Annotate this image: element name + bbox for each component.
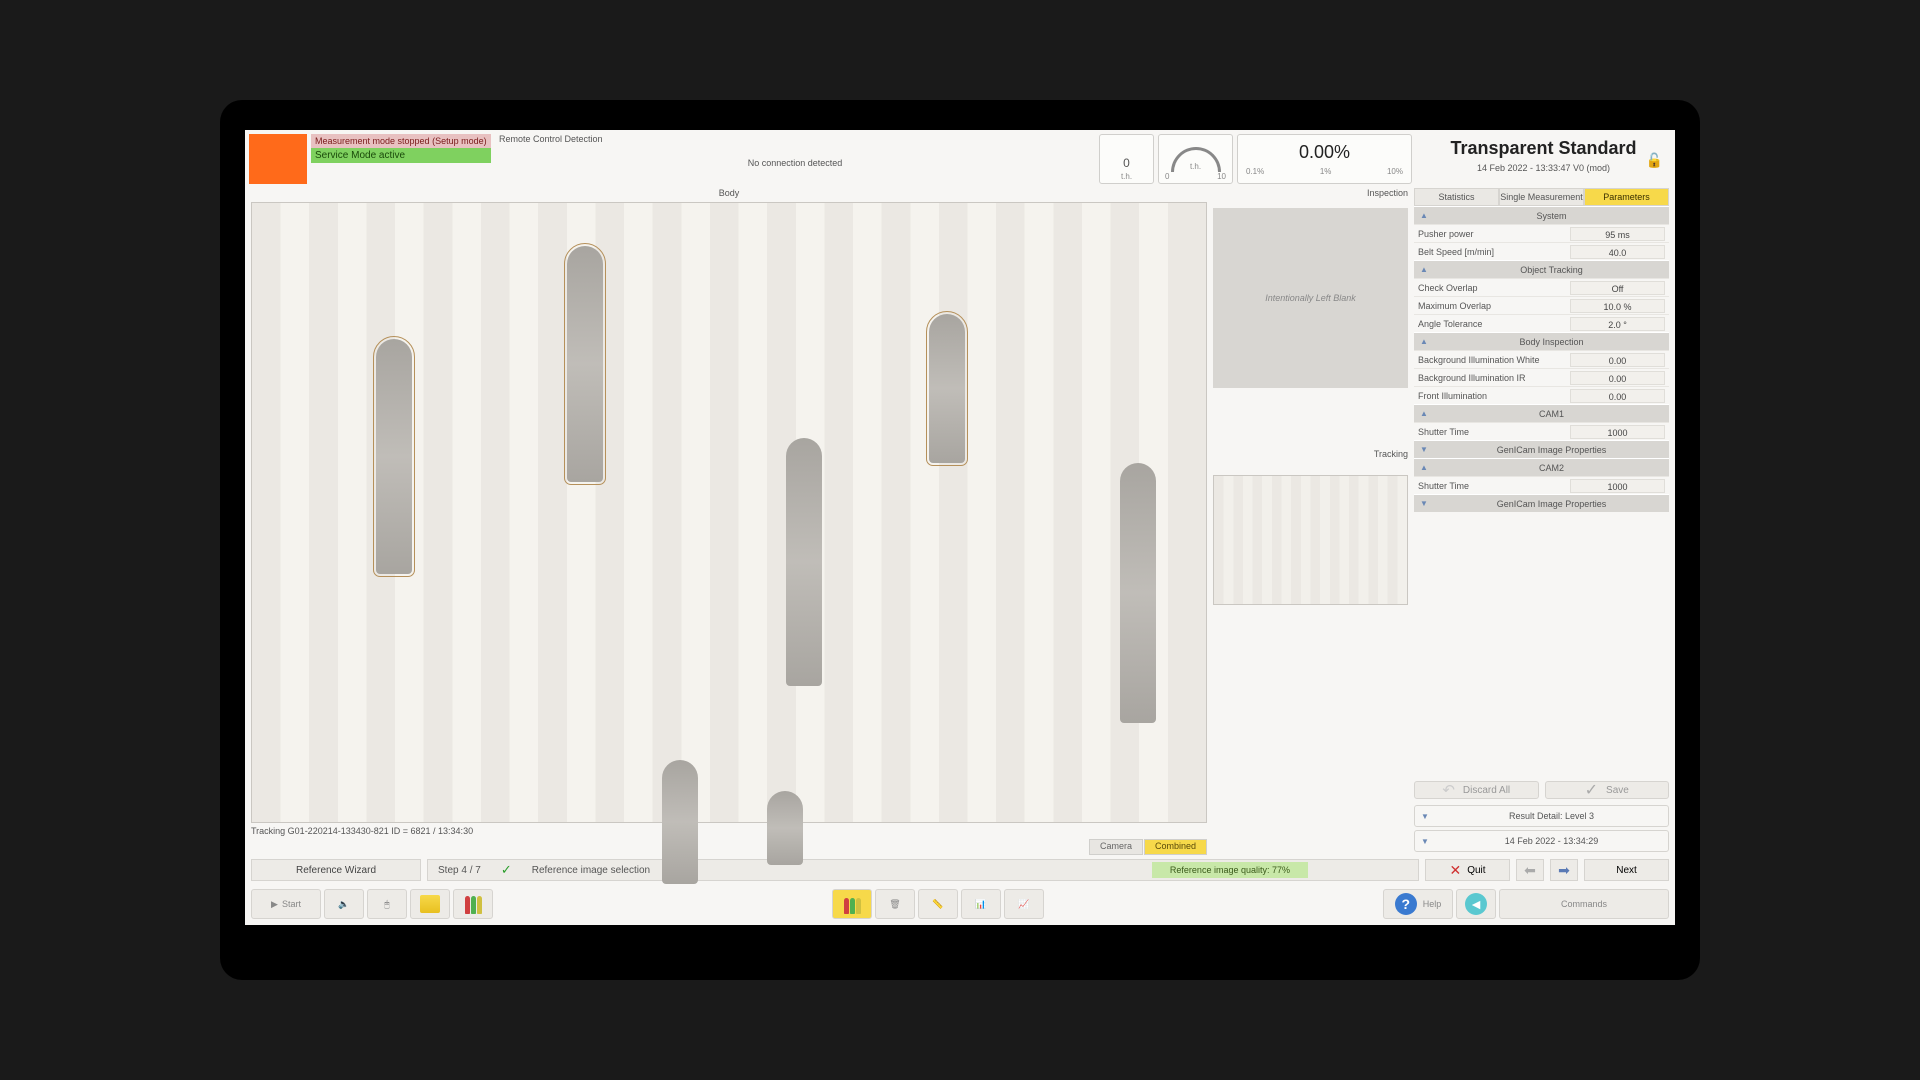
- reference-wizard-label: Reference Wizard: [251, 859, 421, 881]
- chevron-down-icon: ▼: [1414, 445, 1434, 454]
- tab-camera[interactable]: Camera: [1089, 839, 1143, 855]
- status-service-mode: Service Mode active: [311, 148, 491, 163]
- delete-button[interactable]: 🗑: [875, 889, 915, 919]
- reference-quality-badge: Reference image quality: 77%: [1152, 862, 1308, 878]
- section-cam1[interactable]: ▲ CAM1: [1414, 404, 1669, 422]
- tab-parameters[interactable]: Parameters: [1584, 188, 1669, 206]
- section-body-inspection[interactable]: ▲ Body Inspection: [1414, 332, 1669, 350]
- bottles-icon: [462, 894, 484, 914]
- close-icon: ✕: [1449, 862, 1461, 879]
- section-genicam2[interactable]: ▼ GenICam Image Properties: [1414, 494, 1669, 512]
- chevron-down-icon: ▼: [1414, 499, 1434, 508]
- back-button[interactable]: ◄: [1456, 889, 1496, 919]
- check-icon: ✓: [501, 862, 512, 878]
- param-bg-illum-ir[interactable]: 0.00: [1570, 371, 1665, 385]
- mouse-button[interactable]: 🖱: [367, 889, 407, 919]
- param-cam1-shutter[interactable]: 1000: [1570, 425, 1665, 439]
- speed-dial-gauge: 0 10 t.h.: [1158, 134, 1233, 184]
- param-pusher-power[interactable]: 95 ms: [1570, 227, 1665, 241]
- chevron-up-icon: ▲: [1414, 463, 1434, 472]
- param-belt-speed[interactable]: 40.0: [1570, 245, 1665, 259]
- section-cam2[interactable]: ▲ CAM2: [1414, 458, 1669, 476]
- remote-control-value: No connection detected: [499, 158, 1091, 168]
- start-button[interactable]: ▶ Start: [251, 889, 321, 919]
- chevron-up-icon: ▲: [1414, 337, 1434, 346]
- chevron-down-icon: ▼: [1415, 837, 1435, 846]
- param-front-illum[interactable]: 0.00: [1570, 389, 1665, 403]
- section-object-tracking[interactable]: ▲ Object Tracking: [1414, 260, 1669, 278]
- bottles-button[interactable]: [453, 889, 493, 919]
- chevron-down-icon: ▼: [1415, 812, 1435, 821]
- volume-button[interactable]: 🔈: [324, 889, 364, 919]
- param-angle-tolerance[interactable]: 2.0 °: [1570, 317, 1665, 331]
- line-chart-icon: 📈: [1018, 899, 1029, 910]
- chevron-up-icon: ▲: [1414, 211, 1434, 220]
- chevron-up-icon: ▲: [1414, 409, 1434, 418]
- unlock-button[interactable]: [410, 889, 450, 919]
- tab-combined[interactable]: Combined: [1144, 839, 1207, 855]
- wizard-next-button[interactable]: Next: [1584, 859, 1669, 881]
- wizard-next-arrow-button[interactable]: ➡: [1550, 859, 1578, 881]
- param-cam2-shutter[interactable]: 1000: [1570, 479, 1665, 493]
- param-max-overlap[interactable]: 10.0 %: [1570, 299, 1665, 313]
- tracking-label: Tracking: [1213, 449, 1408, 463]
- section-genicam1[interactable]: ▼ GenICam Image Properties: [1414, 440, 1669, 458]
- ruler-icon: 📏: [932, 899, 943, 910]
- inspection-label: Inspection: [1213, 188, 1408, 202]
- check-icon: ✓: [1585, 780, 1598, 800]
- speaker-icon: 🔈: [338, 899, 349, 910]
- tracking-info-text: Tracking G01-220214-133430-821 ID = 6821…: [251, 823, 1207, 839]
- tab-single-measurement[interactable]: Single Measurement: [1499, 188, 1584, 206]
- back-icon: ◄: [1465, 893, 1487, 915]
- status-indicator-square: [249, 134, 307, 184]
- timestamp-selector[interactable]: ▼ 14 Feb 2022 - 13:34:29: [1414, 830, 1669, 852]
- tracking-thumbnail[interactable]: [1213, 475, 1408, 605]
- commands-button[interactable]: Commands: [1499, 889, 1669, 919]
- unlock-icon: [420, 895, 440, 913]
- body-view-label: Body: [251, 188, 1207, 202]
- section-system[interactable]: ▲ System: [1414, 206, 1669, 224]
- status-measurement-stopped: Measurement mode stopped (Setup mode): [311, 134, 491, 148]
- undo-icon: ↶: [1442, 781, 1455, 799]
- measure-button[interactable]: 📏: [918, 889, 958, 919]
- wizard-progress-bar: Step 4 / 7 ✓ Reference image selection R…: [427, 859, 1419, 881]
- recipe-title: Transparent Standard: [1424, 138, 1663, 159]
- throughput-gauge: 0 t.h.: [1099, 134, 1154, 184]
- result-detail-selector[interactable]: ▼ Result Detail: Level 3: [1414, 805, 1669, 827]
- quit-wizard-button[interactable]: ✕ Quit: [1425, 859, 1510, 881]
- reject-rate-box: 0.00% 0.1% 1% 10%: [1237, 134, 1412, 184]
- arrow-right-icon: ➡: [1558, 862, 1570, 879]
- arrow-left-icon: ⬅: [1524, 862, 1536, 879]
- play-icon: ▶: [271, 899, 278, 910]
- chevron-up-icon: ▲: [1414, 265, 1434, 274]
- inspection-preview: Intentionally Left Blank: [1213, 208, 1408, 388]
- trash-icon: 🗑: [889, 899, 900, 910]
- mouse-icon: 🖱: [384, 899, 389, 910]
- param-check-overlap[interactable]: Off: [1570, 281, 1665, 295]
- tab-statistics[interactable]: Statistics: [1414, 188, 1499, 206]
- body-camera-view[interactable]: [251, 202, 1207, 823]
- recipe-timestamp: 14 Feb 2022 - 13:33:47 V0 (mod): [1424, 163, 1663, 173]
- help-button[interactable]: ? Help: [1383, 889, 1453, 919]
- bottles-icon: [841, 894, 863, 914]
- chart-button[interactable]: 📊: [961, 889, 1001, 919]
- trend-button[interactable]: 📈: [1004, 889, 1044, 919]
- help-icon: ?: [1395, 893, 1417, 915]
- inspection-mode-button[interactable]: [832, 889, 872, 919]
- remote-control-header: Remote Control Detection: [499, 134, 1091, 144]
- parameters-panel[interactable]: ▲ System Pusher power95 ms Belt Speed [m…: [1414, 206, 1669, 775]
- wizard-prev-button[interactable]: ⬅: [1516, 859, 1544, 881]
- discard-all-button[interactable]: ↶ Discard All: [1414, 781, 1539, 799]
- lock-icon[interactable]: 🔓: [1646, 152, 1663, 169]
- save-button[interactable]: ✓ Save: [1545, 781, 1670, 799]
- param-bg-illum-white[interactable]: 0.00: [1570, 353, 1665, 367]
- bar-chart-icon: 📊: [975, 899, 986, 910]
